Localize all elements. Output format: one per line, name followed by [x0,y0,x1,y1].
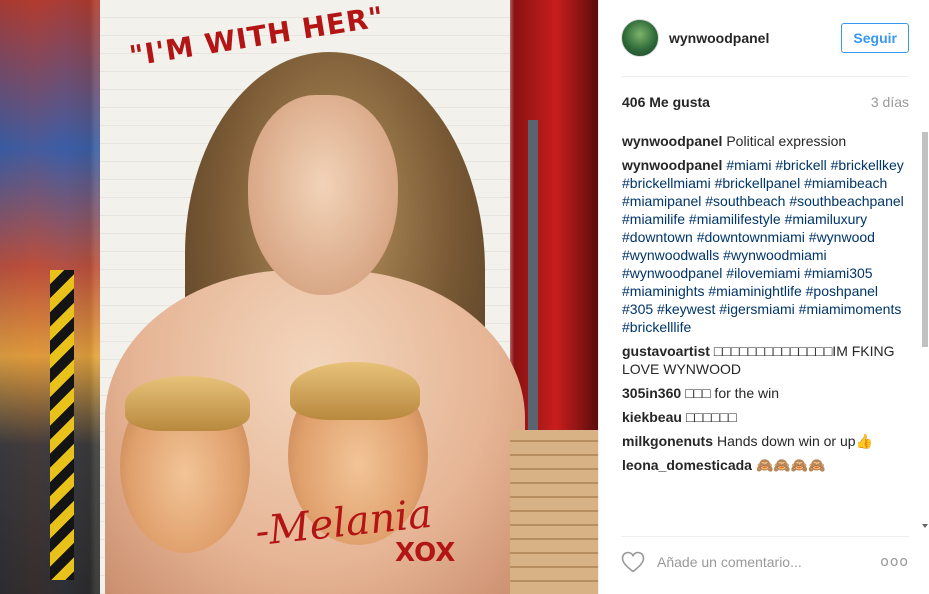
comment-text: Political expression [726,133,847,149]
comment-item: wynwoodpanel #miami #brickell #brickellke… [622,156,907,336]
post-sidebar: wynwoodpanel Seguir 406 Me gusta 3 días … [598,0,929,594]
more-options-icon[interactable]: ooo [880,554,909,570]
likes-row: 406 Me gusta 3 días [622,94,909,110]
username-link[interactable]: wynwoodpanel [669,30,841,46]
mural-hair-tuft-left [125,376,250,431]
hashtag-link[interactable]: #305 [622,301,653,317]
hashtag-link[interactable]: #brickelllife [622,319,691,335]
comment-author-link[interactable]: milkgonenuts [622,433,713,449]
post-timestamp[interactable]: 3 días [871,94,909,110]
comment-author-link[interactable]: leona_domesticada [622,457,752,473]
hashtag-link[interactable]: #miami [726,157,771,173]
post-photo[interactable]: "I'M WITH HER" -Melania XOX [0,0,598,594]
hashtag-link[interactable]: #miami305 [804,265,872,281]
comment-text: □□□□□□ [685,409,737,425]
hashtag-link[interactable]: #brickell [775,157,826,173]
hashtag-link[interactable]: #downtown [622,229,693,245]
hashtag-link[interactable]: #miamilife [622,211,685,227]
comments-scrollbar[interactable] [921,128,929,528]
comment-item: wynwoodpanel Political expression [622,132,907,150]
hashtag-link[interactable]: #downtownmiami [697,229,805,245]
divider [621,76,909,77]
comment-author-link[interactable]: gustavoartist [622,343,710,359]
comment-author-link[interactable]: 305in360 [622,385,681,401]
comment-author-link[interactable]: wynwoodpanel [622,157,722,173]
comment-input[interactable] [655,553,881,571]
comment-item: kiekbeau □□□□□□ [622,408,907,426]
hashtag-link[interactable]: #keywest [657,301,715,317]
follow-button[interactable]: Seguir [841,23,909,53]
hashtag-link[interactable]: #brickellmiami [622,175,711,191]
comment-author-link[interactable]: kiekbeau [622,409,682,425]
wooden-crate [510,430,598,594]
likes-count[interactable]: 406 Me gusta [622,94,710,110]
hashtag-link[interactable]: #miamimoments [799,301,902,317]
comment-item: 305in360 □□□ for the win [622,384,907,402]
hashtag-link[interactable]: #igersmiami [719,301,794,317]
hashtag-link[interactable]: #southbeachpanel [789,193,903,209]
mural-hair-tuft-right [290,362,420,420]
hashtag-link[interactable]: #ilovemiami [726,265,800,281]
scroll-down-arrow-icon[interactable] [922,524,928,528]
hashtag-link[interactable]: #brickellpanel [715,175,801,191]
comments-list[interactable]: wynwoodpanel Political expression wynwoodp… [622,132,907,528]
hashtag-link[interactable]: #miamilifestyle [689,211,781,227]
hashtag-link[interactable]: #miaminightlife [708,283,801,299]
hashtag-link[interactable]: #miamibeach [804,175,887,191]
comment-text: Hands down win or up👍 [717,433,873,449]
comment-item: gustavoartist □□□□□□□□□□□□□□IM FKING LOVE… [622,342,907,378]
comment-text: #miami #brickell #brickellkey #brickellm… [622,157,904,335]
comment-text: □□□ for the win [685,385,780,401]
hashtag-link[interactable]: #poshpanel [806,283,878,299]
hashtag-link[interactable]: #wynwoodpanel [622,265,722,281]
comment-item: milkgonenuts Hands down win or up👍 [622,432,907,450]
hashtag-link[interactable]: #brickellkey [831,157,904,173]
instagram-post-modal: "I'M WITH HER" -Melania XOX wynwoodpanel… [0,0,929,594]
hashtag-link[interactable]: #miamipanel [622,193,701,209]
hashtag-link[interactable]: #southbeach [705,193,785,209]
comment-author-link[interactable]: wynwoodpanel [622,133,722,149]
heart-icon[interactable] [621,551,645,573]
scrollbar-thumb[interactable] [922,132,928,347]
hashtag-link[interactable]: #miaminights [622,283,704,299]
divider [621,536,909,537]
avatar[interactable] [621,19,659,57]
hashtag-link[interactable]: #wynwoodwalls [622,247,719,263]
comment-bar: ooo [621,546,909,578]
hashtag-link[interactable]: #wynwood [809,229,875,245]
hashtag-link[interactable]: #miamiluxury [785,211,867,227]
striped-pole [50,270,74,580]
drain-pipe [528,120,538,480]
mural-face [248,95,398,295]
post-header: wynwoodpanel Seguir [621,16,909,60]
comment-text: 🙈🙈🙈🙈 [755,457,826,473]
painted-xo: XOX [395,538,456,568]
hashtag-link[interactable]: #wynwoodmiami [723,247,826,263]
comment-item: leona_domesticada 🙈🙈🙈🙈 [622,456,907,474]
